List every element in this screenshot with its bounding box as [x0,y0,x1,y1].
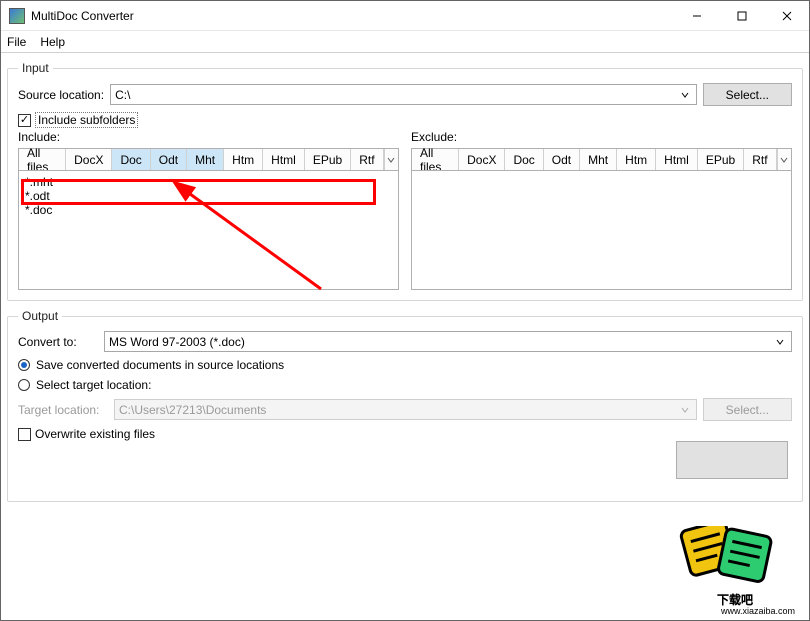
target-location-label: Target location: [18,403,108,417]
exclude-listbox[interactable] [411,170,792,290]
checkbox-icon [18,428,31,441]
include-tab-htm[interactable]: Htm [224,149,263,170]
source-location-label: Source location: [18,88,104,102]
exclude-tab-htm[interactable]: Htm [617,149,656,170]
output-group: Output Convert to: MS Word 97-2003 (*.do… [7,309,803,502]
include-tab-allfiles[interactable]: All files [19,149,66,170]
radio-target-location[interactable]: Select target location: [18,378,792,392]
exclude-tab-mht[interactable]: Mht [580,149,617,170]
maximize-button[interactable] [719,1,764,30]
include-tab-mht[interactable]: Mht [187,149,224,170]
include-tab-doc[interactable]: Doc [112,149,150,170]
input-legend: Input [18,61,53,75]
exclude-tabstrip: All files DocX Doc Odt Mht Htm Html EPub… [411,148,792,170]
exclude-tab-odt[interactable]: Odt [544,149,580,170]
window-title: MultiDoc Converter [31,9,134,23]
exclude-tab-epub[interactable]: EPub [698,149,744,170]
logo-illustration-icon: 下载吧 下载吧 [665,526,805,618]
menu-file[interactable]: File [7,35,26,49]
include-tab-html[interactable]: Html [263,149,305,170]
radio-source-locations[interactable]: Save converted documents in source locat… [18,358,792,372]
convert-to-value: MS Word 97-2003 (*.doc) [109,335,245,349]
include-subfolders-label: Include subfolders [35,112,138,128]
radio-icon [18,359,30,371]
convert-button[interactable] [676,441,788,479]
exclude-tab-rtf[interactable]: Rtf [744,149,776,170]
radio-icon [18,379,30,391]
chevron-down-icon [681,403,694,416]
convert-to-combo[interactable]: MS Word 97-2003 (*.doc) [104,331,792,352]
radio-target-label: Select target location: [36,378,151,392]
source-location-combo[interactable]: C:\ [110,84,697,105]
window-controls [674,1,809,30]
include-label: Include: [18,130,399,144]
source-select-button[interactable]: Select... [703,83,792,106]
chevron-down-icon [681,88,694,101]
include-subfolders-checkbox[interactable]: Include subfolders [18,112,792,128]
app-icon [9,8,25,24]
overwrite-checkbox[interactable]: Overwrite existing files [18,427,792,441]
title-bar: MultiDoc Converter [1,1,809,31]
exclude-tab-more[interactable] [777,149,791,170]
exclude-tab-doc[interactable]: Doc [505,149,543,170]
include-listbox[interactable]: *.mht *.odt *.doc [18,170,399,290]
include-tab-docx[interactable]: DocX [66,149,112,170]
output-legend: Output [18,309,62,323]
convert-to-label: Convert to: [18,335,98,349]
include-tabstrip: All files DocX Doc Odt Mht Htm Html EPub… [18,148,399,170]
minimize-button[interactable] [674,1,719,30]
exclude-column: Exclude: All files DocX Doc Odt Mht Htm … [411,130,792,290]
chevron-down-icon [776,335,789,348]
checkbox-icon [18,114,31,127]
overwrite-label: Overwrite existing files [35,427,155,441]
radio-source-label: Save converted documents in source locat… [36,358,284,372]
watermark-text: www.xiazaiba.com [721,606,795,616]
exclude-label: Exclude: [411,130,792,144]
exclude-tab-allfiles[interactable]: All files [412,149,459,170]
close-button[interactable] [764,1,809,30]
include-tab-rtf[interactable]: Rtf [351,149,383,170]
include-tab-more[interactable] [384,149,398,170]
exclude-tab-docx[interactable]: DocX [459,149,505,170]
target-location-combo: C:\Users\27213\Documents [114,399,697,420]
exclude-tab-html[interactable]: Html [656,149,698,170]
include-tab-odt[interactable]: Odt [151,149,187,170]
svg-text:下载吧: 下载吧 [717,592,753,607]
include-column: Include: All files DocX Doc Odt Mht Htm … [18,130,399,290]
target-location-value: C:\Users\27213\Documents [119,403,266,417]
source-location-value: C:\ [115,88,130,102]
input-group: Input Source location: C:\ Select... Inc… [7,61,803,301]
include-tab-epub[interactable]: EPub [305,149,351,170]
menu-bar: File Help [1,31,809,53]
target-select-button: Select... [703,398,792,421]
menu-help[interactable]: Help [40,35,65,49]
